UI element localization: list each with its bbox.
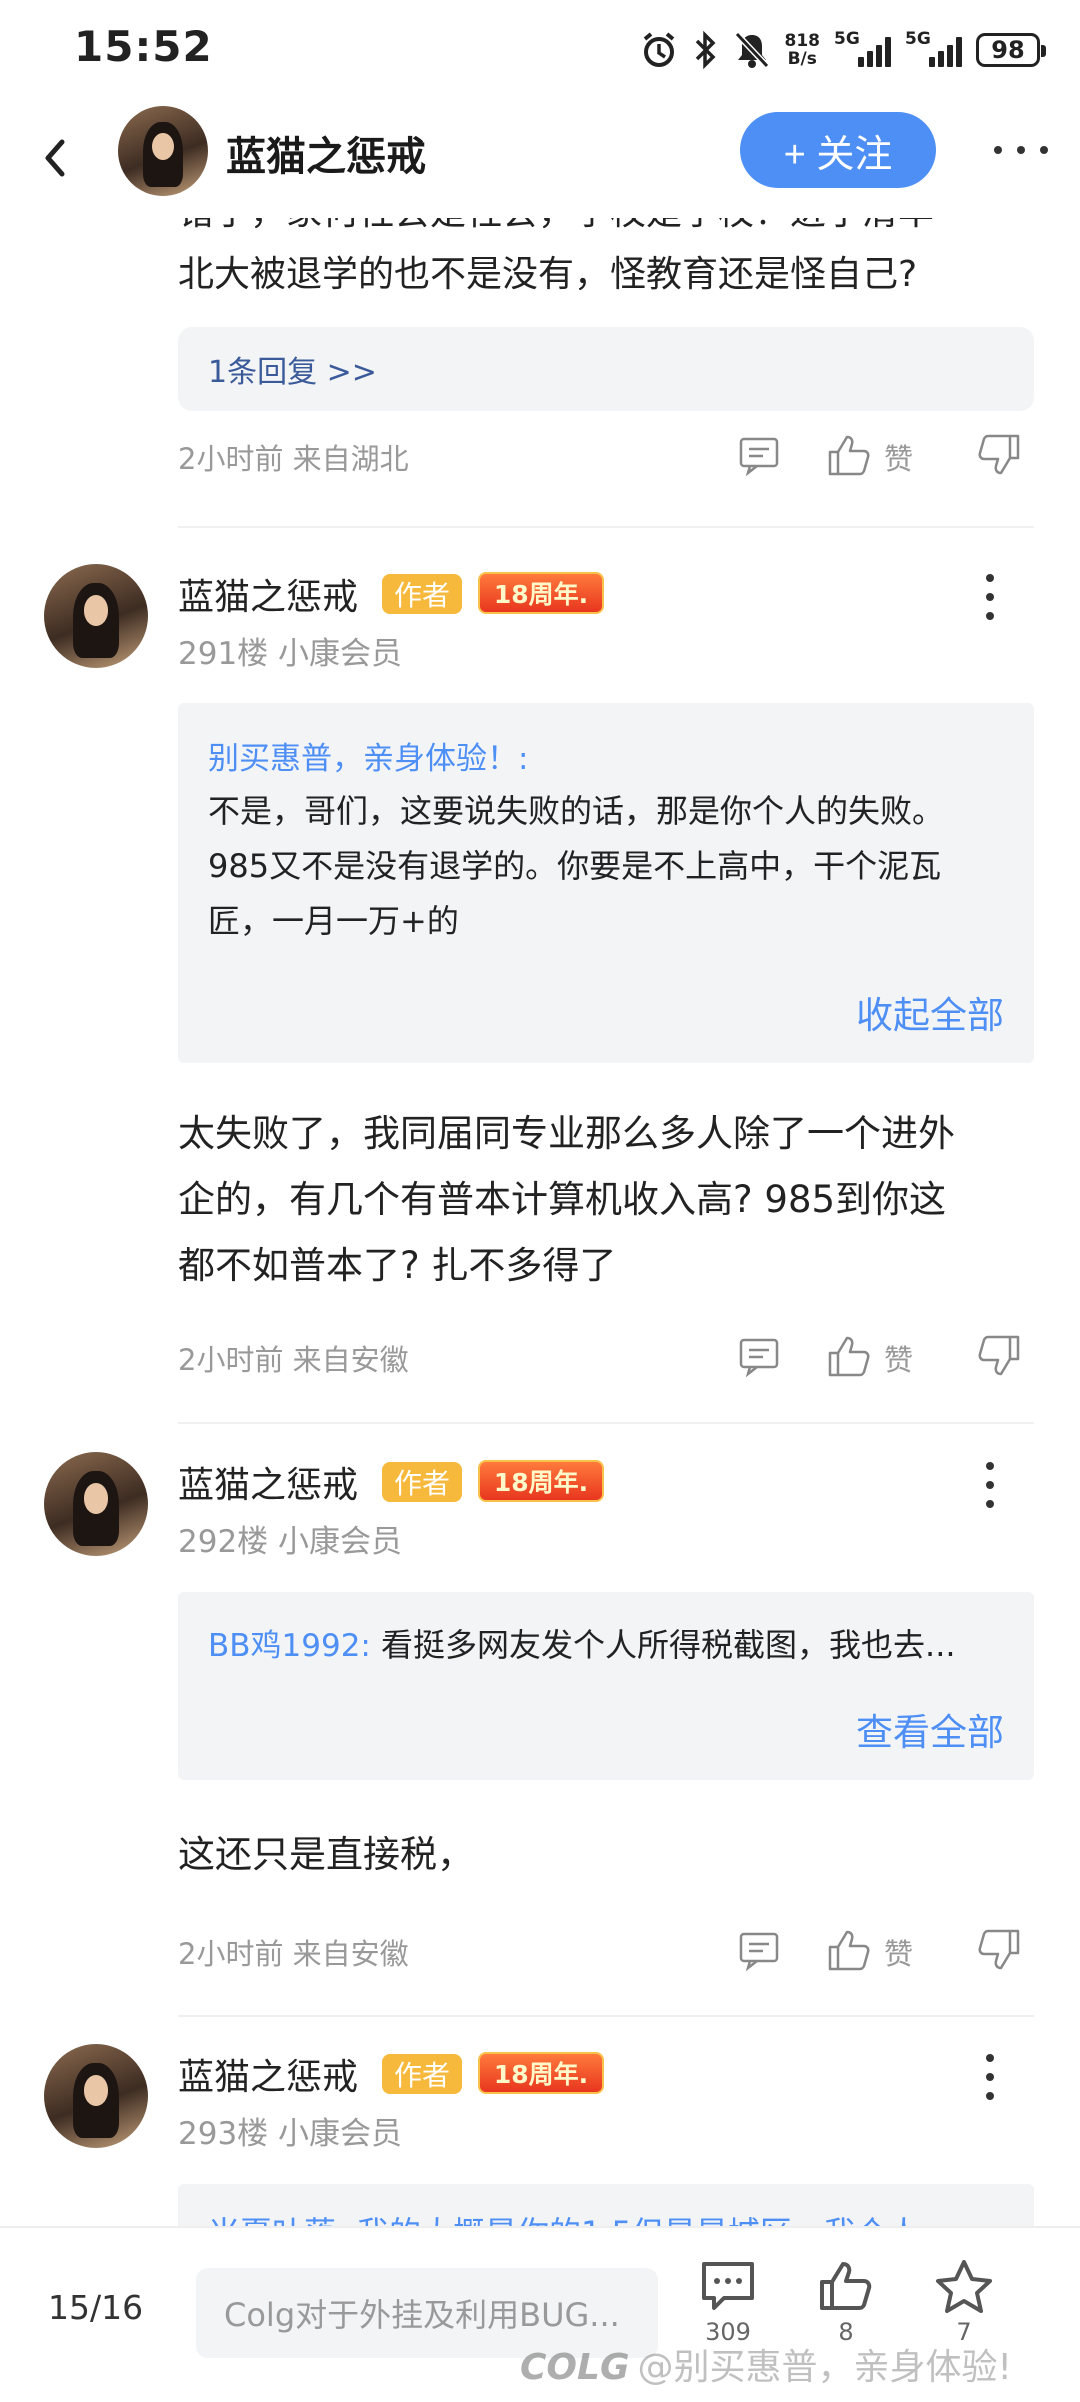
status-time: 15:52	[74, 22, 213, 71]
mute-bell-icon	[734, 31, 769, 69]
divider	[178, 2015, 1034, 2017]
author-name[interactable]: 蓝猫之惩戒	[178, 2048, 358, 2100]
divider	[178, 526, 1034, 528]
dislike-icon[interactable]	[974, 432, 1022, 478]
top-nav: 蓝猫之惩戒 + 关注	[0, 100, 1080, 218]
author-badge: 作者	[382, 2054, 462, 2094]
quote-user[interactable]: BB鸡1992:	[208, 1628, 371, 1664]
avatar[interactable]	[44, 1452, 148, 1556]
watermark: COLG @别买惠普，亲身体验!	[520, 2347, 1012, 2388]
signal-icon-2: 5G	[905, 29, 962, 67]
signal-icon: 5G	[834, 29, 891, 67]
more-icon[interactable]	[994, 140, 1048, 160]
author-badge: 作者	[382, 1462, 462, 1502]
comment-icon[interactable]	[738, 1335, 780, 1377]
collapse-all-button[interactable]: 收起全部	[856, 985, 1004, 1039]
avatar[interactable]	[44, 2044, 148, 2148]
divider	[178, 1422, 1034, 1424]
post-header: 蓝猫之惩戒 作者 18周年. 291楼 小康会员	[0, 564, 1080, 684]
page-title[interactable]: 蓝猫之惩戒	[226, 124, 426, 182]
dislike-icon[interactable]	[974, 1927, 1022, 1973]
post-meta: 2小时前 来自安徽	[178, 1937, 409, 1971]
more-options-icon[interactable]	[984, 574, 996, 620]
quote-text: 不是，哥们，这要说失败的话，那是你个人的失败。 985又不是没有退学的。你要是不…	[208, 792, 945, 940]
status-bar: 15:52 818 B/s 5G 5G 98	[0, 0, 1080, 100]
reply-meta-row: 2小时前 来自湖北 赞	[178, 426, 1038, 486]
author-name[interactable]: 蓝猫之惩戒	[178, 568, 358, 620]
quote-box[interactable]: 别买惠普，亲身体验！: 不是，哥们，这要说失败的话，那是你个人的失败。 985又…	[178, 703, 1034, 1063]
post-body: 太失败了，我同届同专业那么多人除了一个进外 企的，有几个有普本计算机收入高? 9…	[178, 1112, 955, 1287]
more-options-icon[interactable]	[984, 1462, 996, 1508]
floor-info: 292楼 小康会员	[178, 1524, 403, 1560]
floor-info: 291楼 小康会员	[178, 636, 403, 672]
comment-icon	[702, 2262, 754, 2310]
back-arrow-icon[interactable]	[36, 132, 76, 184]
like-icon[interactable]	[826, 1333, 874, 1379]
post-header: 蓝猫之惩戒 作者 18周年. 292楼 小康会员	[0, 1452, 1080, 1572]
status-icons: 818 B/s 5G 5G 98	[639, 28, 1046, 72]
comment-icon[interactable]	[738, 1929, 780, 1971]
quote-user[interactable]: 别买惠普，亲身体验！:	[208, 733, 1004, 778]
post-body: 这还只是直接税，	[178, 1833, 474, 1876]
net-speed: 818 B/s	[784, 31, 821, 69]
follow-button[interactable]: + 关注	[740, 112, 936, 188]
page-indicator[interactable]: 15/16	[48, 2288, 143, 2327]
view-all-button[interactable]: 查看全部	[856, 1702, 1004, 1756]
alarm-icon	[643, 32, 674, 67]
author-name[interactable]: 蓝猫之惩戒	[178, 1456, 358, 1508]
star-icon	[936, 2260, 992, 2313]
dislike-icon[interactable]	[974, 1333, 1022, 1379]
like-icon[interactable]	[826, 432, 874, 478]
avatar[interactable]	[118, 106, 208, 196]
battery-icon: 98	[976, 33, 1046, 67]
post-meta-row: 2小时前 来自安徽 赞	[178, 1921, 1038, 1981]
colg-logo: COLG	[520, 2347, 630, 2388]
quote-box[interactable]: BB鸡1992: 看挺多网友发个人所得税截图，我也去... 查看全部	[178, 1592, 1034, 1780]
like-label[interactable]: 赞	[884, 436, 913, 478]
reply-meta: 2小时前 来自湖北	[178, 442, 409, 476]
more-options-icon[interactable]	[984, 2054, 996, 2100]
quote-text: 看挺多网友发个人所得税截图，我也去...	[381, 1626, 956, 1664]
anniversary-badge: 18周年.	[478, 1460, 604, 1502]
like-icon[interactable]	[826, 1927, 874, 1973]
post-meta: 2小时前 来自安徽	[178, 1343, 409, 1377]
like-label[interactable]: 赞	[884, 1931, 913, 1973]
comment-icon[interactable]	[738, 434, 780, 476]
avatar[interactable]	[44, 564, 148, 668]
bluetooth-icon	[695, 30, 715, 70]
post-header: 蓝猫之惩戒 作者 18周年. 293楼 小康会员	[0, 2044, 1080, 2164]
post-meta-row: 2小时前 来自安徽 赞	[178, 1327, 1038, 1387]
anniversary-badge: 18周年.	[478, 572, 604, 614]
floor-info: 293楼 小康会员	[178, 2116, 403, 2152]
author-badge: 作者	[382, 574, 462, 614]
like-label[interactable]: 赞	[884, 1337, 913, 1379]
anniversary-badge: 18周年.	[478, 2052, 604, 2094]
sub-replies-link[interactable]: 1条回复 >>	[178, 327, 1034, 411]
like-icon	[820, 2262, 872, 2310]
